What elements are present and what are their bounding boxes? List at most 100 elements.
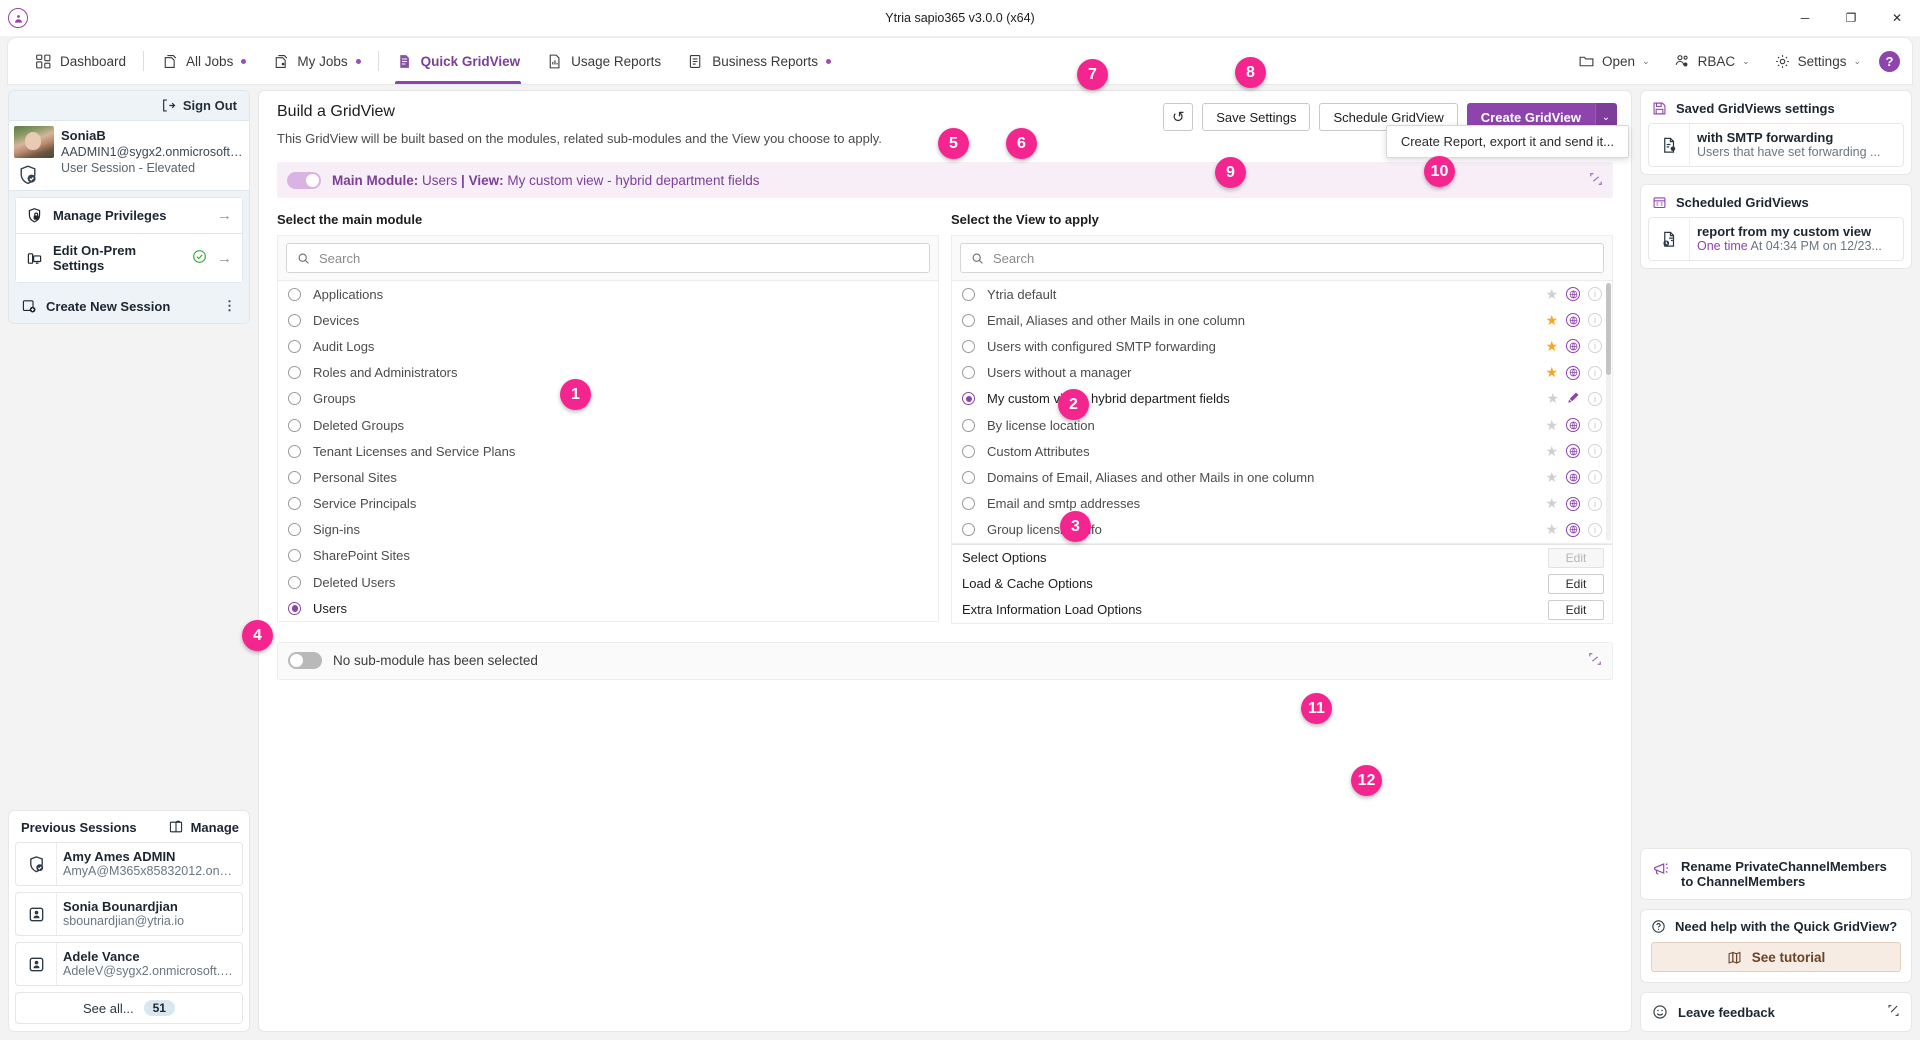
radio-button[interactable] bbox=[288, 549, 301, 563]
radio-button[interactable] bbox=[288, 366, 301, 380]
radio-button[interactable] bbox=[288, 497, 301, 511]
external-link-icon[interactable] bbox=[1887, 1004, 1900, 1020]
maximize-button[interactable]: ❐ bbox=[1828, 0, 1874, 36]
module-option-service-principals[interactable]: Service Principals bbox=[278, 491, 938, 517]
module-option-sharepoint-sites[interactable]: SharePoint Sites bbox=[278, 543, 938, 569]
nav-tab-dashboard[interactable]: Dashboard bbox=[22, 38, 139, 84]
view-search-box[interactable] bbox=[960, 243, 1604, 273]
module-option-devices[interactable]: Devices bbox=[278, 307, 938, 333]
module-option-roles-and-administrators[interactable]: Roles and Administrators bbox=[278, 360, 938, 386]
submodule-toggle[interactable] bbox=[288, 652, 322, 670]
module-option-audit-logs[interactable]: Audit Logs bbox=[278, 333, 938, 359]
favorite-star-icon[interactable]: ★ bbox=[1546, 390, 1559, 407]
settings-menu-button[interactable]: Settings ⌄ bbox=[1764, 47, 1871, 76]
favorite-star-icon[interactable]: ★ bbox=[1545, 495, 1558, 512]
edit-onprem-settings-button[interactable]: Edit On-Prem Settings → bbox=[15, 234, 243, 283]
globe-icon[interactable] bbox=[1566, 287, 1580, 302]
favorite-star-icon[interactable]: ★ bbox=[1545, 469, 1558, 486]
radio-button[interactable] bbox=[962, 313, 975, 327]
module-banner-toggle[interactable] bbox=[287, 171, 321, 189]
view-option-2[interactable]: Users with configured SMTP forwarding ★ i bbox=[952, 333, 1612, 359]
view-option-1[interactable]: Email, Aliases and other Mails in one co… bbox=[952, 307, 1612, 333]
radio-button[interactable] bbox=[288, 601, 301, 615]
nav-tab-usage-reports[interactable]: Usage Reports bbox=[533, 38, 674, 84]
info-icon[interactable]: i bbox=[1588, 313, 1602, 328]
radio-button[interactable] bbox=[288, 444, 301, 458]
globe-icon[interactable] bbox=[1566, 522, 1580, 537]
list-item[interactable]: Amy Ames ADMIN AmyA@M365x85832012.onmicr… bbox=[15, 842, 243, 886]
module-option-users[interactable]: Users bbox=[278, 595, 938, 621]
info-icon[interactable]: i bbox=[1588, 470, 1602, 485]
radio-button[interactable] bbox=[962, 497, 975, 511]
favorite-star-icon[interactable]: ★ bbox=[1545, 521, 1558, 538]
favorite-star-icon[interactable]: ★ bbox=[1545, 286, 1558, 303]
view-option-3[interactable]: Users without a manager ★ i bbox=[952, 360, 1612, 386]
info-icon[interactable]: i bbox=[1588, 444, 1602, 459]
view-list-scrollbar-thumb[interactable] bbox=[1606, 283, 1611, 375]
info-icon[interactable]: i bbox=[1588, 287, 1602, 302]
save-settings-button[interactable]: Save Settings bbox=[1202, 103, 1311, 131]
globe-icon[interactable] bbox=[1566, 470, 1580, 485]
module-option-groups[interactable]: Groups bbox=[278, 386, 938, 412]
radio-button[interactable] bbox=[288, 287, 301, 301]
open-menu-button[interactable]: Open ⌄ bbox=[1568, 47, 1660, 76]
list-item[interactable]: report from my custom view One time At 0… bbox=[1648, 217, 1904, 261]
module-option-personal-sites[interactable]: Personal Sites bbox=[278, 464, 938, 490]
view-option-6[interactable]: Custom Attributes ★ i bbox=[952, 438, 1612, 464]
edit-button[interactable]: Edit bbox=[1548, 573, 1604, 594]
info-icon[interactable]: i bbox=[1588, 339, 1602, 354]
favorite-star-icon[interactable]: ★ bbox=[1545, 364, 1558, 381]
radio-button[interactable] bbox=[962, 366, 975, 380]
module-option-deleted-users[interactable]: Deleted Users bbox=[278, 569, 938, 595]
manage-sessions-button[interactable]: Manage bbox=[168, 819, 239, 835]
radio-button[interactable] bbox=[288, 523, 301, 537]
module-option-deleted-groups[interactable]: Deleted Groups bbox=[278, 412, 938, 438]
info-icon[interactable]: i bbox=[1588, 496, 1602, 511]
sign-out-button[interactable]: Sign Out bbox=[9, 91, 249, 120]
radio-button[interactable] bbox=[288, 392, 301, 406]
close-button[interactable]: ✕ bbox=[1874, 0, 1920, 36]
radio-button[interactable] bbox=[288, 575, 301, 589]
nav-tab-quick-gridview[interactable]: Quick GridView bbox=[383, 38, 534, 84]
kebab-menu-icon[interactable]: ⋮ bbox=[223, 298, 237, 314]
radio-button[interactable] bbox=[288, 418, 301, 432]
create-gridview-dropdown-item[interactable]: Create Report, export it and send it... bbox=[1385, 125, 1629, 158]
view-option-4[interactable]: My custom view - hybrid department field… bbox=[952, 386, 1612, 412]
globe-icon[interactable] bbox=[1566, 365, 1580, 380]
view-option-8[interactable]: Email and smtp addresses ★ i bbox=[952, 491, 1612, 517]
globe-icon[interactable] bbox=[1566, 418, 1580, 433]
nav-tab-business-reports[interactable]: Business Reports bbox=[674, 38, 844, 84]
radio-button[interactable] bbox=[288, 339, 301, 353]
module-option-sign-ins[interactable]: Sign-ins bbox=[278, 517, 938, 543]
radio-button[interactable] bbox=[962, 470, 975, 484]
view-option-0[interactable]: Ytria default ★ i bbox=[952, 281, 1612, 307]
radio-button[interactable] bbox=[962, 287, 975, 301]
radio-button[interactable] bbox=[962, 418, 975, 432]
pen-edit-icon[interactable] bbox=[1567, 391, 1580, 407]
minimize-button[interactable]: ─ bbox=[1782, 0, 1828, 36]
globe-icon[interactable] bbox=[1566, 444, 1580, 459]
reset-button[interactable]: ↺ bbox=[1163, 103, 1194, 131]
manage-privileges-button[interactable]: Manage Privileges → bbox=[15, 197, 243, 234]
radio-button[interactable] bbox=[962, 444, 975, 458]
favorite-star-icon[interactable]: ★ bbox=[1545, 417, 1558, 434]
info-icon[interactable]: i bbox=[1588, 522, 1602, 537]
module-option-applications[interactable]: Applications bbox=[278, 281, 938, 307]
info-icon[interactable]: i bbox=[1588, 391, 1602, 406]
globe-icon[interactable] bbox=[1566, 313, 1580, 328]
submodule-expand-icon[interactable] bbox=[1588, 652, 1602, 669]
nav-tab-my-jobs[interactable]: My Jobs bbox=[259, 38, 373, 84]
module-search-input[interactable] bbox=[319, 250, 919, 266]
view-option-7[interactable]: Domains of Email, Aliases and other Mail… bbox=[952, 464, 1612, 490]
radio-button[interactable] bbox=[962, 523, 975, 537]
favorite-star-icon[interactable]: ★ bbox=[1545, 312, 1558, 329]
create-new-session-button[interactable]: Create New Session ⋮ bbox=[9, 289, 249, 323]
list-item[interactable]: Adele Vance AdeleV@sygx2.onmicrosoft.com bbox=[15, 942, 243, 986]
module-search-box[interactable] bbox=[286, 243, 930, 273]
list-item[interactable]: Sonia Bounardjian sbounardjian@ytria.io bbox=[15, 892, 243, 936]
view-option-5[interactable]: By license location ★ i bbox=[952, 412, 1612, 438]
see-tutorial-button[interactable]: See tutorial bbox=[1651, 942, 1901, 972]
view-option-9[interactable]: Group licensing info ★ i bbox=[952, 517, 1612, 543]
edit-button[interactable]: Edit bbox=[1548, 599, 1604, 620]
see-all-sessions-button[interactable]: See all... 51 bbox=[15, 992, 243, 1024]
